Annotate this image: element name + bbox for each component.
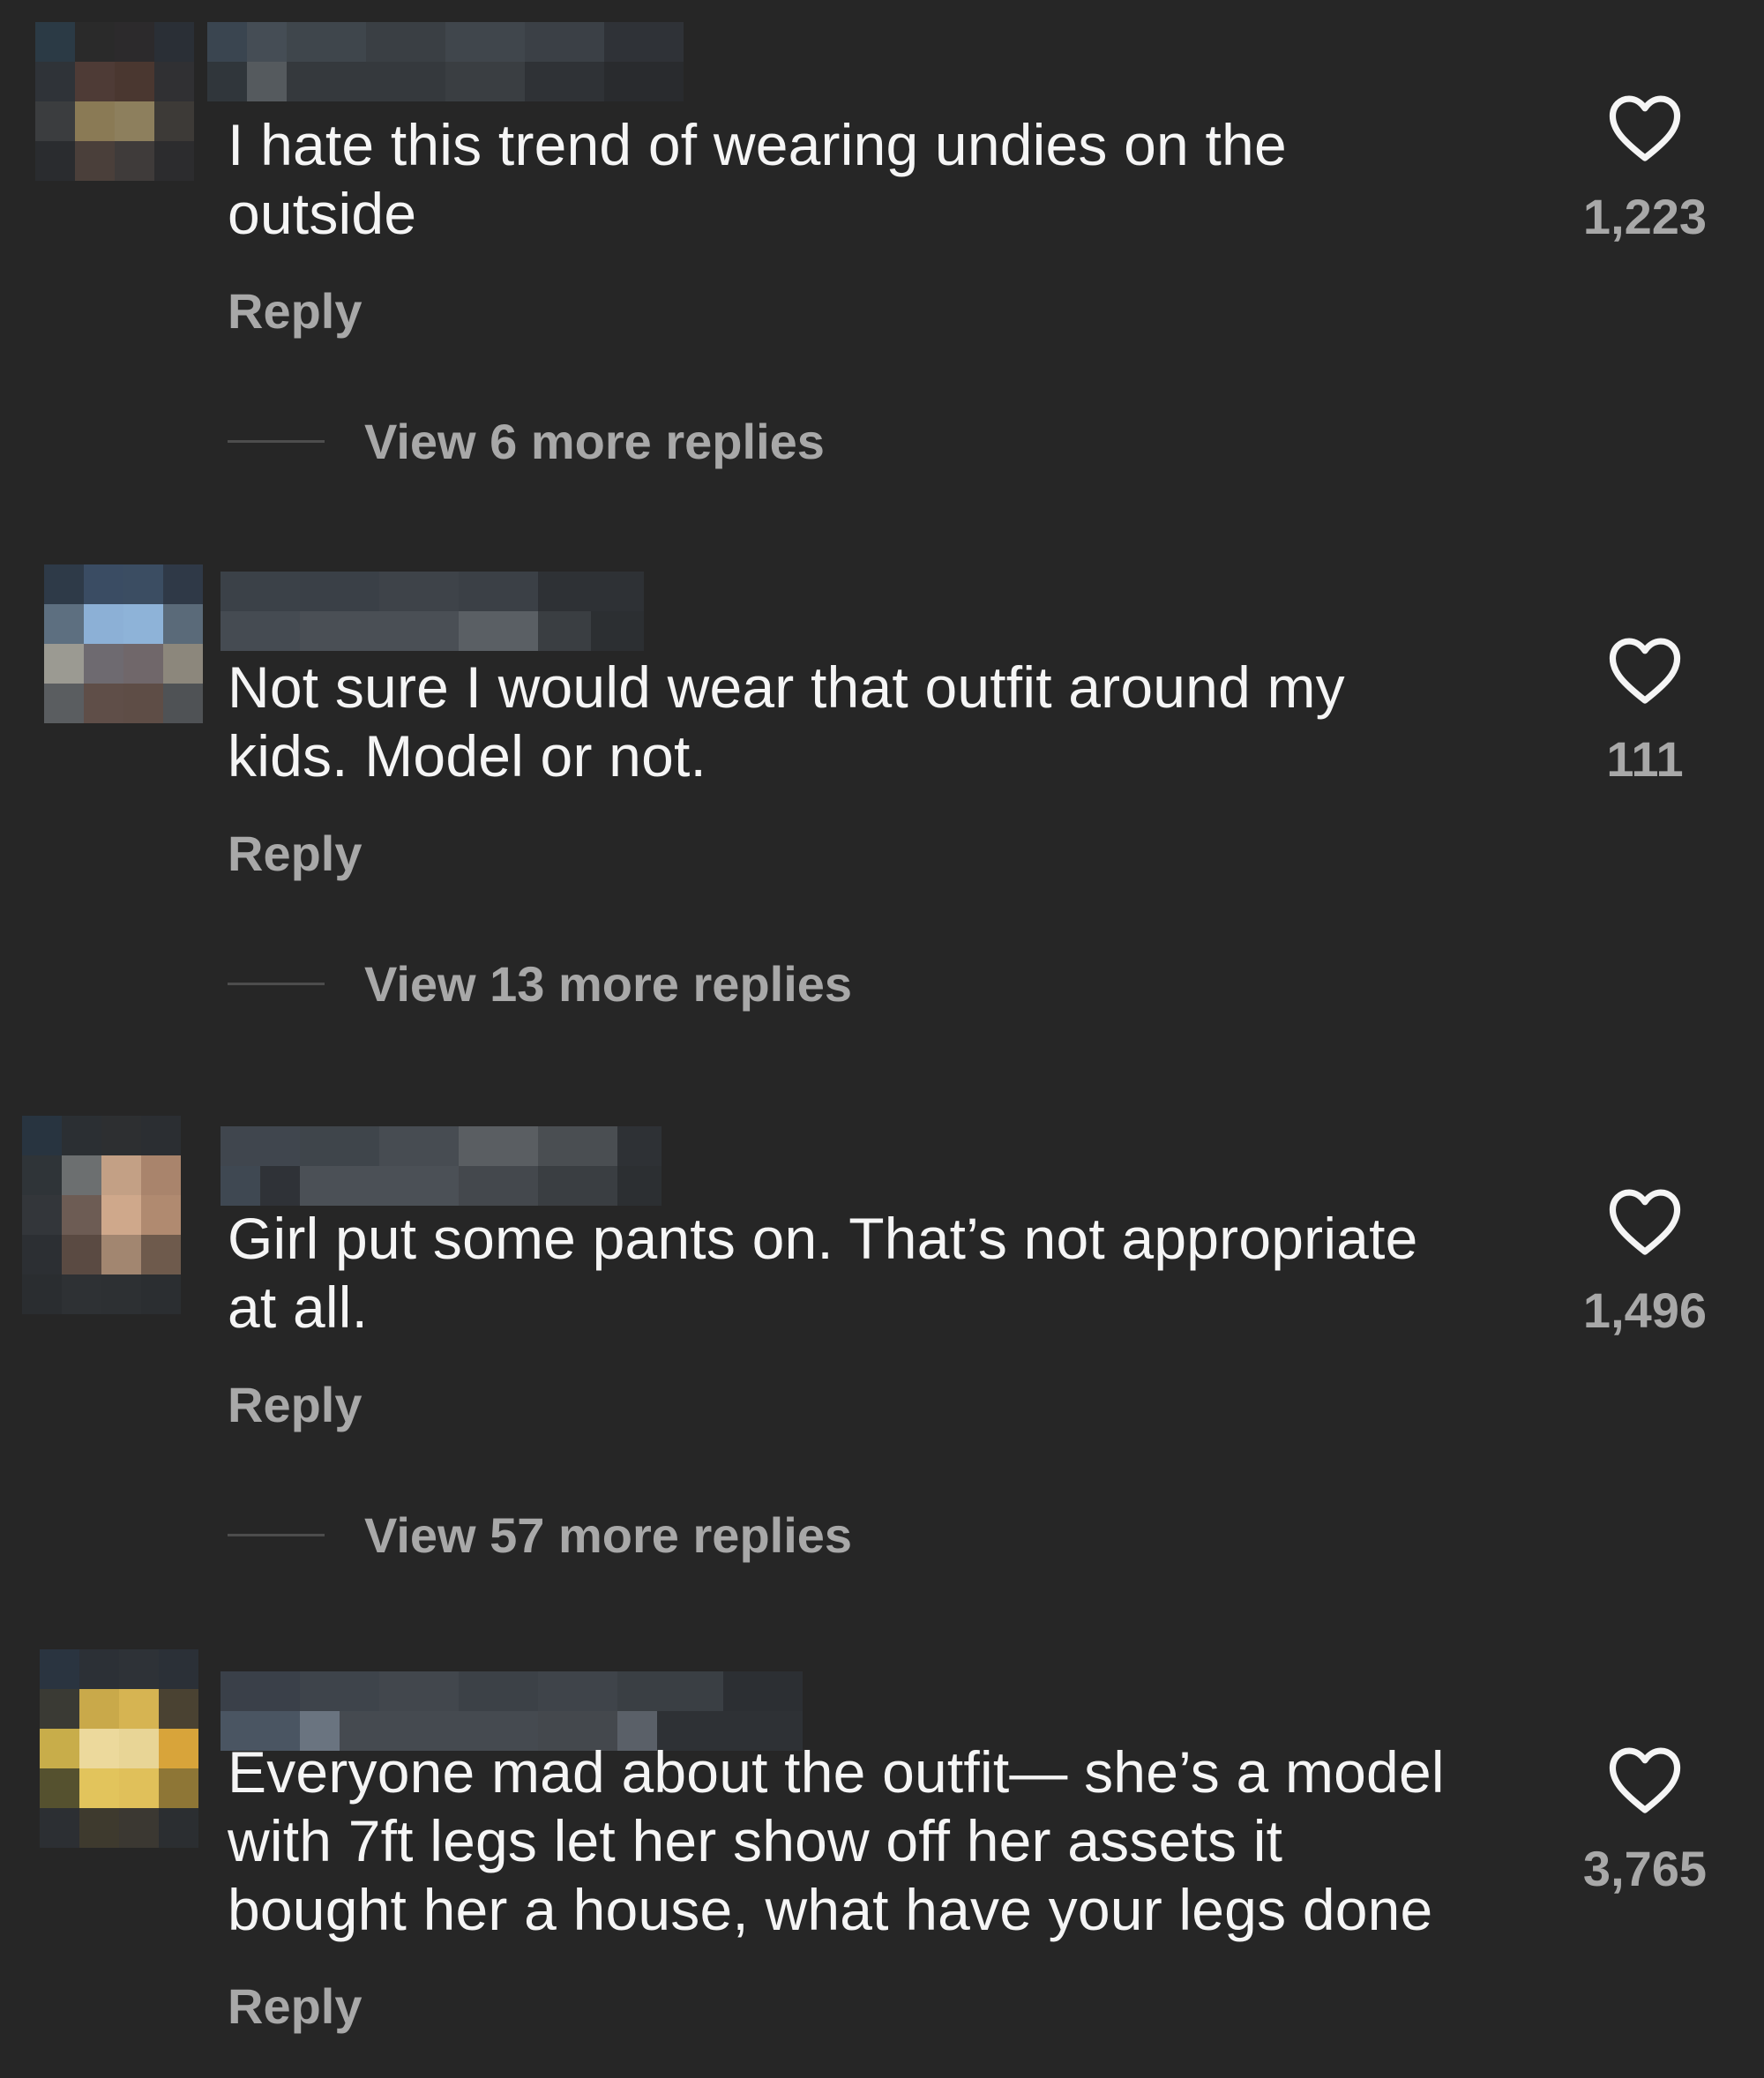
view-replies-button[interactable]: View 13 more replies: [228, 955, 853, 1012]
avatar[interactable]: [44, 564, 212, 732]
like-control: 1,223: [1570, 93, 1720, 245]
thread-divider: [228, 982, 325, 985]
like-control: 1,496: [1570, 1186, 1720, 1339]
username-blurred[interactable]: [207, 22, 684, 101]
like-control: 111: [1570, 635, 1720, 788]
thread-divider: [228, 1533, 325, 1536]
reply-button[interactable]: Reply: [228, 1977, 363, 2035]
view-replies-label: View 13 more replies: [364, 955, 853, 1012]
view-replies-button[interactable]: View 57 more replies: [228, 1506, 853, 1563]
heart-outline-icon[interactable]: [1607, 1745, 1683, 1815]
avatar[interactable]: [22, 1116, 203, 1327]
comment-item: Everyone mad about the outfit— she’s a m…: [0, 1649, 1764, 2078]
view-replies-label: View 6 more replies: [364, 413, 825, 469]
reply-button[interactable]: Reply: [228, 825, 363, 882]
avatar[interactable]: [40, 1649, 207, 1870]
comment-text-line: Girl put some pants on. That’s not appro…: [228, 1206, 1418, 1271]
like-count: 111: [1606, 731, 1684, 787]
comment-text: Girl put some pants on. That’s not appro…: [228, 1204, 1533, 1342]
username-blurred[interactable]: [220, 1126, 662, 1206]
comment-text: Everyone mad about the outfit— she’s a m…: [228, 1738, 1533, 1944]
like-count: 1,223: [1582, 189, 1708, 244]
like-count: 3,765: [1582, 1841, 1708, 1896]
heart-outline-icon[interactable]: [1607, 635, 1683, 706]
comment-text-line: outside: [228, 181, 417, 246]
reply-button[interactable]: Reply: [228, 282, 363, 340]
comment-item: Girl put some pants on. That’s not appro…: [0, 1116, 1764, 1574]
comment-item: I hate this trend of wearing undies on t…: [0, 22, 1764, 481]
view-replies-button[interactable]: View 6 more replies: [228, 413, 825, 469]
comment-text-line: bought her a house, what have your legs …: [228, 1877, 1433, 1942]
comment-text-line: with 7ft legs let her show off her asset…: [228, 1808, 1283, 1873]
like-count: 1,496: [1582, 1282, 1708, 1338]
heart-outline-icon[interactable]: [1607, 93, 1683, 163]
comment-text-line: at all.: [228, 1274, 369, 1340]
avatar[interactable]: [35, 22, 203, 190]
view-replies-label: View 57 more replies: [364, 1506, 853, 1563]
reply-button[interactable]: Reply: [228, 1376, 363, 1433]
heart-outline-icon[interactable]: [1607, 1186, 1683, 1257]
comment-item: Not sure I would wear that outfit around…: [0, 564, 1764, 1023]
like-control: 3,765: [1570, 1745, 1720, 1897]
username-blurred[interactable]: [220, 572, 644, 651]
comment-text-line: Everyone mad about the outfit— she’s a m…: [228, 1739, 1445, 1805]
comment-text: I hate this trend of wearing undies on t…: [228, 110, 1533, 248]
comment-text: Not sure I would wear that outfit around…: [228, 653, 1533, 790]
thread-divider: [228, 439, 325, 443]
comment-text-line: Not sure I would wear that outfit around…: [228, 654, 1345, 720]
comment-text-line: I hate this trend of wearing undies on t…: [228, 112, 1287, 177]
comment-text-line: kids. Model or not.: [228, 723, 707, 789]
